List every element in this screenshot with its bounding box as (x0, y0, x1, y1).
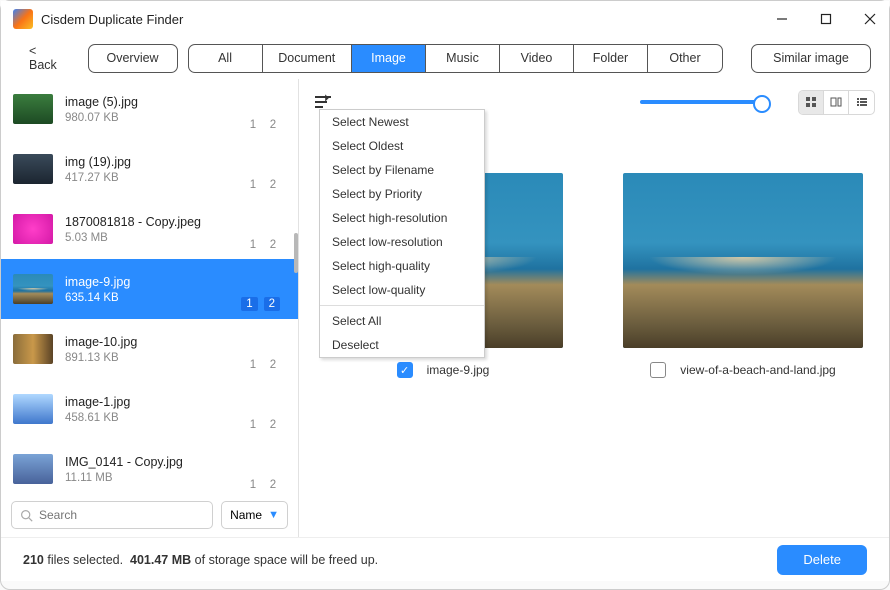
column-view-button[interactable] (824, 91, 849, 114)
dup-badges: 12 (246, 119, 280, 131)
tab-image[interactable]: Image (352, 45, 426, 72)
file-name: image-1.jpg (65, 395, 286, 409)
sort-select[interactable]: Name ▼ (221, 501, 288, 529)
thumbnail (13, 334, 53, 364)
list-view-button[interactable] (849, 91, 874, 114)
file-row[interactable]: 1870081818 - Copy.jpeg5.03 MB12 (1, 199, 298, 259)
close-button[interactable] (863, 12, 877, 26)
menu-item[interactable]: Select by Filename (320, 158, 484, 182)
chevron-down-icon: ▼ (268, 509, 279, 521)
maximize-button[interactable] (819, 12, 833, 26)
menu-item[interactable]: Select high-resolution (320, 206, 484, 230)
delete-button[interactable]: Delete (777, 545, 867, 575)
preview-filename: image-9.jpg (427, 363, 490, 377)
dup-badges: 12 (246, 179, 280, 191)
tab-other[interactable]: Other (648, 45, 722, 72)
file-row[interactable]: IMG_0141 - Copy.jpg11.11 MB12 (1, 439, 298, 493)
minimize-button[interactable] (775, 12, 789, 26)
tab-music[interactable]: Music (426, 45, 500, 72)
sort-label: Name (230, 508, 262, 522)
file-row[interactable]: image-10.jpg891.13 KB12 (1, 319, 298, 379)
preview-filename: view-of-a-beach-and-land.jpg (680, 363, 835, 377)
file-row[interactable]: image (5).jpg980.07 KB12 (1, 79, 298, 139)
menu-item[interactable]: Select low-quality (320, 278, 484, 302)
grid-view-button[interactable] (799, 91, 824, 114)
preview-image (623, 173, 863, 348)
search-icon (20, 509, 33, 522)
menu-item[interactable]: Select by Priority (320, 182, 484, 206)
zoom-slider[interactable] (640, 100, 770, 104)
app-icon (13, 9, 33, 29)
dup-badges: 12 (246, 239, 280, 251)
search-input-wrap[interactable] (11, 501, 213, 529)
status-text: 210 files selected. 401.47 MB of storage… (23, 553, 378, 567)
menu-item[interactable]: Select Newest (320, 110, 484, 134)
file-name: img (19).jpg (65, 155, 286, 169)
dup-badges: 12 (241, 297, 280, 311)
file-name: IMG_0141 - Copy.jpg (65, 455, 286, 469)
file-list: image (5).jpg980.07 KB12img (19).jpg417.… (1, 79, 298, 493)
menu-item[interactable]: Select Oldest (320, 134, 484, 158)
overview-button[interactable]: Overview (88, 44, 178, 73)
checkbox[interactable] (650, 362, 666, 378)
file-name: image (5).jpg (65, 95, 286, 109)
dup-badges: 12 (246, 479, 280, 491)
tab-folder[interactable]: Folder (574, 45, 648, 72)
category-tabs: AllDocumentImageMusicVideoFolderOther (188, 44, 723, 73)
checkbox[interactable]: ✓ (397, 362, 413, 378)
tab-video[interactable]: Video (500, 45, 574, 72)
menu-item[interactable]: Select All (320, 309, 484, 333)
dup-badges: 12 (246, 419, 280, 431)
scrollbar-thumb[interactable] (294, 233, 298, 273)
thumbnail (13, 214, 53, 244)
preview-card[interactable]: view-of-a-beach-and-land.jpg (623, 173, 863, 378)
tab-all[interactable]: All (189, 45, 263, 72)
thumbnail (13, 454, 53, 484)
thumbnail (13, 94, 53, 124)
menu-item[interactable]: Deselect (320, 333, 484, 357)
dup-badges: 12 (246, 359, 280, 371)
menu-item[interactable]: Select high-quality (320, 254, 484, 278)
menu-item[interactable]: Select low-resolution (320, 230, 484, 254)
thumbnail (13, 394, 53, 424)
file-name: 1870081818 - Copy.jpeg (65, 215, 286, 229)
thumbnail (13, 274, 53, 304)
search-input[interactable] (39, 508, 204, 522)
file-row[interactable]: img (19).jpg417.27 KB12 (1, 139, 298, 199)
file-name: image-9.jpg (65, 275, 286, 289)
menu-separator (320, 305, 484, 306)
selection-menu: Select NewestSelect OldestSelect by File… (319, 109, 485, 358)
tab-document[interactable]: Document (263, 45, 352, 72)
file-row[interactable]: image-9.jpg635.14 KB12 (1, 259, 298, 319)
thumbnail (13, 154, 53, 184)
app-title: Cisdem Duplicate Finder (41, 12, 775, 27)
file-row[interactable]: image-1.jpg458.61 KB12 (1, 379, 298, 439)
back-button[interactable]: < Back (19, 38, 78, 78)
file-name: image-10.jpg (65, 335, 286, 349)
similar-image-button[interactable]: Similar image (751, 44, 871, 73)
